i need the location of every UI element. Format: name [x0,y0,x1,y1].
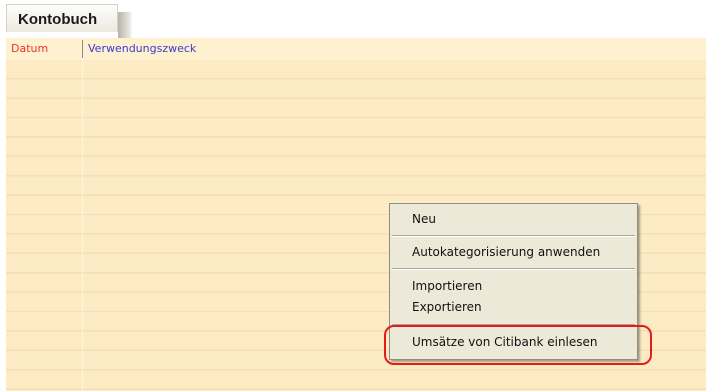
menu-item-exportieren[interactable]: Exportieren [412,298,482,316]
menu-item-autokategorisierung[interactable]: Autokategorisierung anwenden [412,243,600,261]
menu-item-importieren[interactable]: Importieren [412,277,482,295]
highlight-outline [384,325,652,365]
rows-column-divider [82,60,83,391]
menu-separator [392,235,635,237]
menu-item-neu[interactable]: Neu [412,210,436,228]
column-header-verwendungszweck[interactable]: Verwendungszweck [88,42,196,55]
column-header-datum[interactable]: Datum [11,42,48,55]
menu-separator [392,268,635,270]
column-divider[interactable] [82,40,83,58]
grid-header: Datum Verwendungszweck [6,38,706,61]
tab-kontobuch[interactable]: Kontobuch [6,4,118,32]
tab-shadow [118,12,132,38]
tab-label: Kontobuch [18,11,98,28]
